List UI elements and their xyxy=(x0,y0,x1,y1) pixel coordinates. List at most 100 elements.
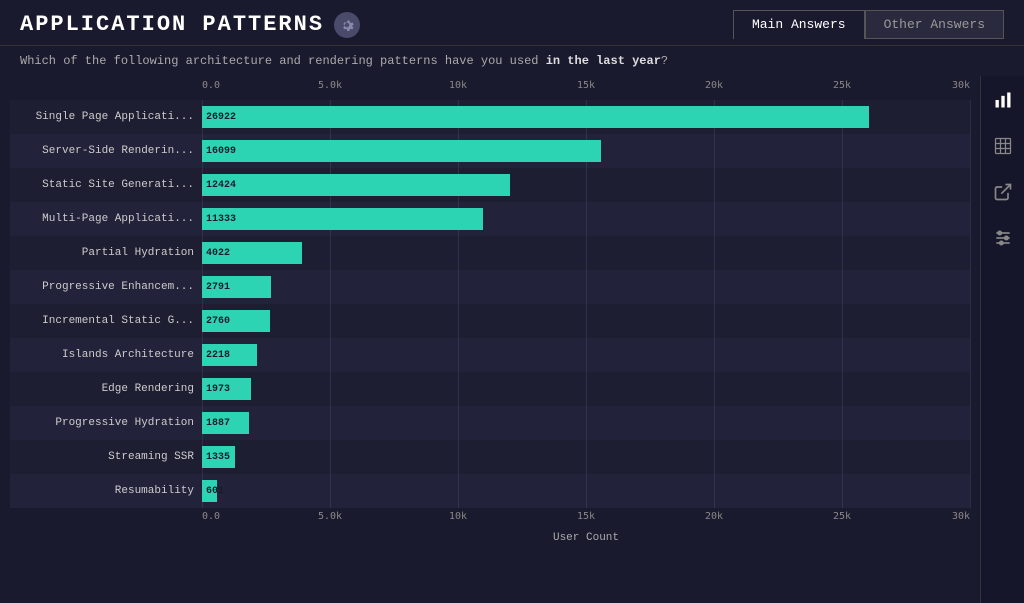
axis-tick-bottom-4: 20k xyxy=(705,511,723,522)
grid-line xyxy=(714,338,715,372)
grid-line xyxy=(586,474,587,508)
chart-area: 0.0 5.0k 10k 15k 20k 25k 30k Single Page Applic… xyxy=(0,76,980,603)
grid-line xyxy=(970,168,971,202)
grid-line xyxy=(714,406,715,440)
bar-row: Single Page Applicati...26922 xyxy=(10,100,970,134)
header: APPLICATION PATTERNS Main Answers Other … xyxy=(0,0,1024,46)
bar-row: Streaming SSR1335 xyxy=(10,440,970,474)
bar-label: Progressive Hydration xyxy=(10,417,202,429)
table-icon[interactable] xyxy=(989,132,1017,160)
bar-fill: 26922 xyxy=(202,106,869,128)
grid-line xyxy=(842,304,843,338)
grid-line xyxy=(842,372,843,406)
bar-row: Partial Hydration4022 xyxy=(10,236,970,270)
grid-line xyxy=(458,474,459,508)
bar-fill: 1887 xyxy=(202,412,249,434)
grid-line xyxy=(842,168,843,202)
grid-line xyxy=(458,338,459,372)
grid-line xyxy=(330,236,331,270)
axis-tick-top-1: 5.0k xyxy=(318,80,342,91)
grid-line xyxy=(458,236,459,270)
bar-value: 1887 xyxy=(202,418,230,429)
bar-row: Incremental Static G...2760 xyxy=(10,304,970,338)
grid-line xyxy=(842,338,843,372)
tab-other-answers[interactable]: Other Answers xyxy=(865,10,1004,39)
bar-label: Resumability xyxy=(10,485,202,497)
gear-icon[interactable] xyxy=(334,12,360,38)
grid-line xyxy=(970,440,971,474)
bar-row: Static Site Generati...12424 xyxy=(10,168,970,202)
bar-value: 601 xyxy=(202,486,224,497)
grid-line xyxy=(330,304,331,338)
grid-line xyxy=(714,372,715,406)
grid-line xyxy=(842,134,843,168)
bar-row: Islands Architecture2218 xyxy=(10,338,970,372)
axis-tick-bottom-6: 30k xyxy=(952,511,970,522)
bar-fill: 16099 xyxy=(202,140,601,162)
bar-row: Progressive Enhancem...2791 xyxy=(10,270,970,304)
grid-line xyxy=(970,474,971,508)
grid-line xyxy=(970,338,971,372)
bar-fill: 601 xyxy=(202,480,217,502)
grid-line xyxy=(970,372,971,406)
axis-tick-bottom-2: 10k xyxy=(449,511,467,522)
bar-label: Static Site Generati... xyxy=(10,179,202,191)
header-left: APPLICATION PATTERNS xyxy=(20,12,360,38)
bar-value: 1973 xyxy=(202,384,230,395)
bar-chart-icon[interactable] xyxy=(989,86,1017,114)
bar-fill: 2791 xyxy=(202,276,271,298)
bar-label: Islands Architecture xyxy=(10,349,202,361)
grid-line xyxy=(714,236,715,270)
axis-tick-top-2: 10k xyxy=(449,80,467,91)
bar-value: 26922 xyxy=(202,112,236,123)
grid-line xyxy=(714,304,715,338)
axis-tick-bottom-3: 15k xyxy=(577,511,595,522)
grid-line xyxy=(458,406,459,440)
bar-fill: 4022 xyxy=(202,242,302,264)
export-icon[interactable] xyxy=(989,178,1017,206)
axis-tick-bottom-1: 5.0k xyxy=(318,511,342,522)
grid-line xyxy=(842,440,843,474)
bar-fill: 11333 xyxy=(202,208,483,230)
bar-value: 2791 xyxy=(202,282,230,293)
grid-line xyxy=(586,304,587,338)
grid-line xyxy=(842,270,843,304)
bar-row: Edge Rendering1973 xyxy=(10,372,970,406)
grid-line xyxy=(458,270,459,304)
axis-tick-top-5: 25k xyxy=(833,80,851,91)
axis-tick-top-0: 0.0 xyxy=(202,80,220,91)
grid-line xyxy=(330,372,331,406)
tabs: Main Answers Other Answers xyxy=(733,10,1004,39)
grid-line xyxy=(970,270,971,304)
grid-line xyxy=(842,236,843,270)
tab-main-answers[interactable]: Main Answers xyxy=(733,10,865,39)
grid-line xyxy=(714,474,715,508)
right-sidebar xyxy=(980,76,1024,603)
bar-label: Server-Side Renderin... xyxy=(10,145,202,157)
bar-value: 2218 xyxy=(202,350,230,361)
bar-label: Single Page Applicati... xyxy=(10,111,202,123)
bar-row: Server-Side Renderin...16099 xyxy=(10,134,970,168)
bar-label: Progressive Enhancem... xyxy=(10,281,202,293)
grid-line xyxy=(586,202,587,236)
grid-line xyxy=(842,202,843,236)
grid-line xyxy=(330,440,331,474)
grid-line xyxy=(586,372,587,406)
bar-label: Multi-Page Applicati... xyxy=(10,213,202,225)
grid-line xyxy=(586,338,587,372)
subtitle: Which of the following architecture and … xyxy=(0,46,1024,76)
grid-line xyxy=(970,236,971,270)
main-content: 0.0 5.0k 10k 15k 20k 25k 30k Single Page Applic… xyxy=(0,76,1024,603)
bar-fill: 2218 xyxy=(202,344,257,366)
grid-line xyxy=(714,134,715,168)
grid-line xyxy=(842,474,843,508)
bar-fill: 1335 xyxy=(202,446,235,468)
grid-line xyxy=(970,100,971,134)
bar-value: 4022 xyxy=(202,248,230,259)
axis-tick-top-6: 30k xyxy=(952,80,970,91)
bar-fill: 12424 xyxy=(202,174,510,196)
bar-fill: 2760 xyxy=(202,310,270,332)
filter-icon[interactable] xyxy=(989,224,1017,252)
grid-line xyxy=(714,202,715,236)
grid-line xyxy=(586,168,587,202)
